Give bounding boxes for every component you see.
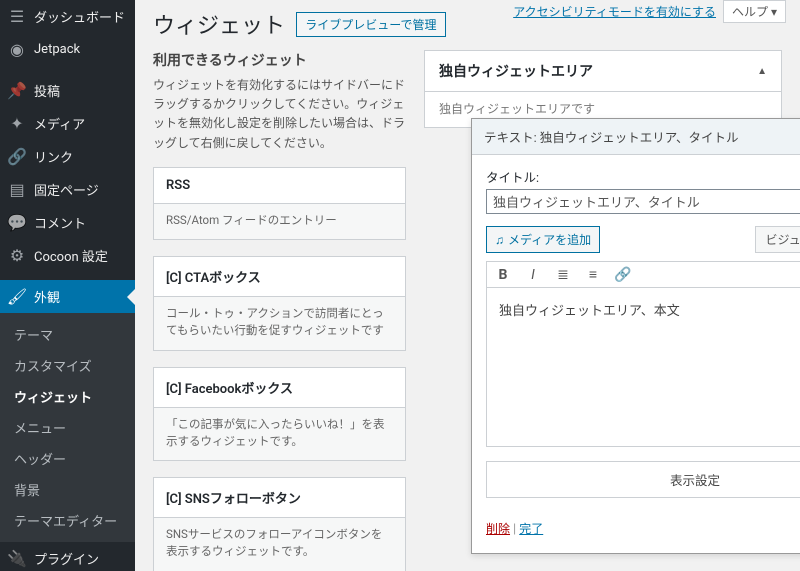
bold-button[interactable]: B [493, 267, 513, 283]
media-btn-label: メディアを追加 [508, 231, 591, 248]
menu-label: 外観 [34, 287, 60, 306]
widget-body-editor[interactable]: 独自ウィジェットエリア、本文 [486, 287, 800, 447]
media-icon: ✦ [0, 114, 34, 133]
panel-header[interactable]: テキスト: 独自ウィジェットエリア、タイトル ▲ [472, 119, 800, 155]
widget-title[interactable]: [C] SNSフォローボタン [154, 478, 405, 518]
tab-visual[interactable]: ビジュアル [755, 226, 800, 253]
plugin-icon: 🔌 [0, 549, 34, 568]
main-content: アクセシビリティモードを有効にする ヘルプ ▾ ウィジェット ライブプレビューで… [135, 0, 800, 571]
menu-label: Cocoon 設定 [34, 246, 108, 265]
dashboard-icon: ☰ [0, 7, 34, 26]
ol-button[interactable]: ≡ [583, 266, 603, 283]
available-widget[interactable]: [C] SNSフォローボタン SNSサービスのフォローアイコンボタンを表示するウ… [153, 477, 406, 571]
widget-desc: 「この記事が気に入ったらいいね！」を表示するウィジェットです。 [154, 408, 405, 461]
menu-links[interactable]: 🔗リンク [0, 140, 135, 173]
widget-desc: SNSサービスのフォローアイコンボタンを表示するウィジェットです。 [154, 518, 405, 571]
sub-header[interactable]: ヘッダー [0, 443, 135, 474]
widget-desc: コール・トゥ・アクションで訪問者にとってもらいたい行動を促すウィジェットです [154, 297, 405, 350]
menu-label: Jetpack [34, 42, 80, 57]
available-widget[interactable]: [C] CTAボックス コール・トゥ・アクションで訪問者にとってもらいたい行動を… [153, 256, 406, 351]
menu-label: リンク [34, 147, 73, 166]
menu-comments[interactable]: 💬コメント [0, 206, 135, 239]
done-link[interactable]: 完了 [519, 522, 543, 536]
delete-link[interactable]: 削除 [486, 522, 510, 536]
add-media-button[interactable]: ♫ メディアを追加 [486, 226, 600, 253]
available-widget[interactable]: RSS RSS/Atom フィードのエントリー [153, 167, 406, 240]
jetpack-icon: ◉ [0, 40, 34, 59]
pin-icon: 📌 [0, 81, 34, 100]
sub-menus[interactable]: メニュー [0, 412, 135, 443]
music-note-icon: ♫ [495, 233, 504, 247]
title-label: タイトル: [486, 167, 800, 186]
sub-background[interactable]: 背景 [0, 474, 135, 505]
page-title: ウィジェット [153, 8, 285, 40]
sub-customize[interactable]: カスタマイズ [0, 350, 135, 381]
menu-label: コメント [34, 213, 86, 232]
widget-area-title: 独自ウィジェットエリア [439, 61, 593, 81]
menu-jetpack[interactable]: ◉Jetpack [0, 33, 135, 66]
help-button[interactable]: ヘルプ ▾ [723, 0, 786, 23]
menu-label: ダッシュボード [34, 7, 125, 26]
accessibility-link[interactable]: アクセシビリティモードを有効にする [513, 5, 716, 19]
display-settings-button[interactable]: 表示設定 [486, 461, 800, 498]
available-heading: 利用できるウィジェット [153, 50, 406, 70]
widget-title-input[interactable] [486, 189, 800, 214]
menu-dashboard[interactable]: ☰ダッシュボード [0, 0, 135, 33]
menu-label: 投稿 [34, 81, 60, 100]
ul-button[interactable]: ≣ [553, 267, 573, 283]
menu-label: メディア [34, 114, 85, 133]
widget-area[interactable]: 独自ウィジェットエリア ▲ 独自ウィジェットエリアです [424, 50, 782, 128]
available-description: ウィジェットを有効化するにはサイドバーにドラッグするかクリックしてください。ウィ… [153, 76, 406, 153]
widget-title[interactable]: [C] Facebookボックス [154, 368, 405, 408]
menu-media[interactable]: ✦メディア [0, 107, 135, 140]
menu-cocoon[interactable]: ⚙Cocoon 設定 [0, 239, 135, 272]
page-icon: ▤ [0, 180, 34, 199]
live-preview-button[interactable]: ライブプレビューで管理 [296, 12, 445, 37]
italic-button[interactable]: I [523, 267, 543, 283]
sub-widgets[interactable]: ウィジェット [0, 381, 135, 412]
brush-icon: 🖌 [0, 287, 34, 306]
sub-theme-editor[interactable]: テーマエディター [0, 505, 135, 536]
sub-themes[interactable]: テーマ [0, 319, 135, 350]
comment-icon: 💬 [0, 213, 34, 232]
chevron-up-icon[interactable]: ▲ [757, 66, 767, 77]
link-icon: 🔗 [0, 147, 34, 166]
widget-desc: RSS/Atom フィードのエントリー [154, 204, 405, 239]
gear-icon: ⚙ [0, 246, 34, 265]
menu-posts[interactable]: 📌投稿 [0, 74, 135, 107]
text-widget-panel: テキスト: 独自ウィジェットエリア、タイトル ▲ タイトル: ♫メディアを追加 … [471, 118, 800, 554]
widget-title[interactable]: [C] CTAボックス [154, 257, 405, 297]
widget-title[interactable]: RSS [154, 168, 405, 204]
link-button[interactable]: 🔗 [613, 267, 633, 283]
menu-appearance[interactable]: 🖌外観 [0, 280, 135, 313]
menu-plugins[interactable]: 🔌プラグイン [0, 542, 135, 571]
menu-pages[interactable]: ▤固定ページ [0, 173, 135, 206]
editor-tabs: ビジュアル テキスト [755, 226, 800, 253]
editor-toolbar: B I ≣ ≡ 🔗 [486, 261, 800, 287]
admin-sidebar: ☰ダッシュボード ◉Jetpack 📌投稿 ✦メディア 🔗リンク ▤固定ページ … [0, 0, 135, 571]
menu-label: 固定ページ [34, 180, 99, 199]
top-links: アクセシビリティモードを有効にする ヘルプ ▾ [513, 0, 786, 23]
available-widget[interactable]: [C] Facebookボックス 「この記事が気に入ったらいいね！」を表示するウ… [153, 367, 406, 462]
appearance-submenu: テーマ カスタマイズ ウィジェット メニュー ヘッダー 背景 テーマエディター [0, 313, 135, 542]
panel-footer-links: 削除|完了 [486, 520, 543, 537]
panel-title: テキスト: 独自ウィジェットエリア、タイトル [484, 127, 739, 146]
menu-label: プラグイン [34, 549, 99, 568]
